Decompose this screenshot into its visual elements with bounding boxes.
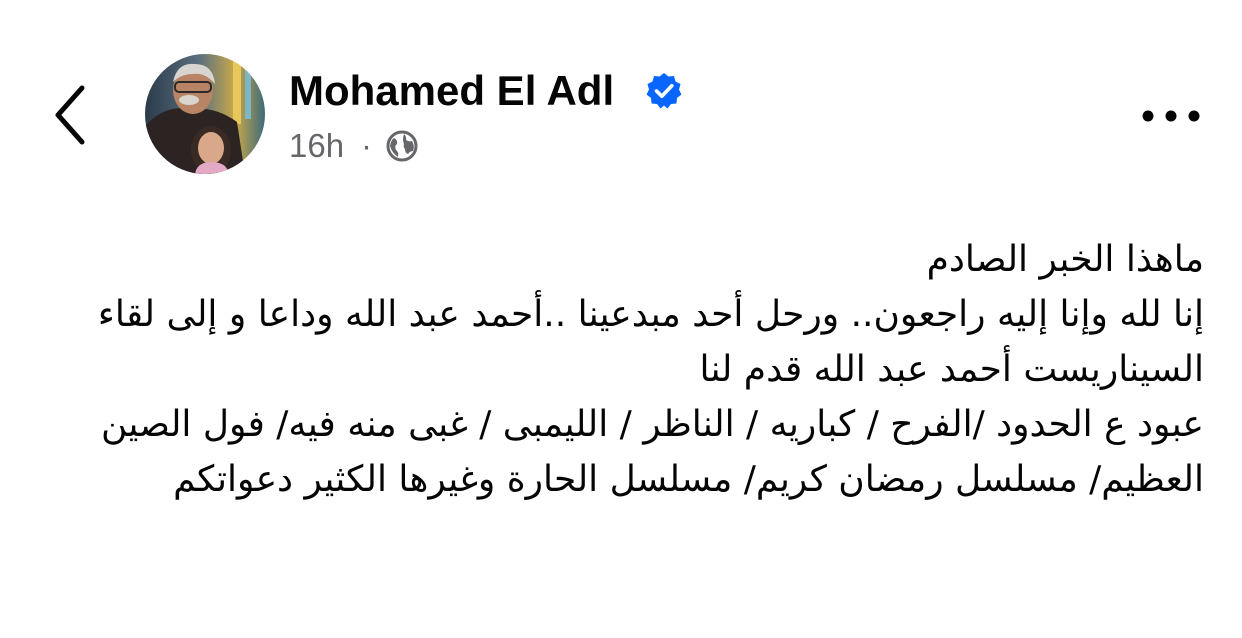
post-line: إنا لله وإنا إليه راجعون.. ورحل أحد مبدع…	[97, 294, 1204, 335]
meta-separator: ·	[361, 127, 372, 164]
verified-badge-icon	[646, 73, 682, 109]
post-time[interactable]: 16h	[289, 124, 344, 168]
avatar-photo	[145, 54, 265, 174]
post-text: ماهذا الخبر الصادم إنا لله وإنا إليه راج…	[44, 232, 1204, 507]
post-line: ماهذا الخبر الصادم	[926, 239, 1204, 280]
post-line: عبود ع الحدود /الفرح / كباريه / الناظر /…	[100, 404, 1204, 500]
chevron-left-icon	[55, 85, 85, 145]
more-options-button[interactable]	[1136, 96, 1206, 136]
post-header: Mohamed El Adl 16h ·	[0, 0, 1242, 200]
globe-icon	[386, 130, 418, 162]
post-line: السيناريست أحمد عبد الله قدم لنا	[699, 349, 1204, 390]
author-name[interactable]: Mohamed El Adl	[289, 63, 614, 119]
back-button[interactable]	[48, 82, 92, 148]
more-horizontal-icon	[1142, 110, 1200, 122]
avatar[interactable]	[145, 54, 265, 174]
